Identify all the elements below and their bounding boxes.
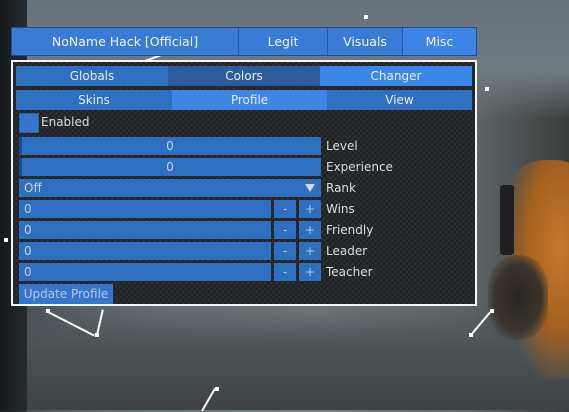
subtab-skins[interactable]: Skins [16,90,172,110]
level-label: Level [326,139,358,153]
wins-value: 0 [24,202,32,216]
wins-input[interactable]: 0 [19,200,271,218]
tab-misc[interactable]: Misc [403,28,476,55]
background-weapon [500,185,514,255]
wins-decrement-button[interactable]: - [274,200,296,218]
teacher-label: Teacher [326,265,373,279]
enabled-label: Enabled [41,115,90,129]
subtab-colors[interactable]: Colors [168,66,320,86]
friendly-label: Friendly [326,223,374,237]
wins-increment-button[interactable]: + [299,200,321,218]
friendly-decrement-button[interactable]: - [274,221,296,239]
menu-title: NoName Hack [Official] [12,28,239,55]
subtab-row-primary: Globals Colors Changer [16,66,472,86]
leader-input[interactable]: 0 [19,242,271,260]
rank-selected-value: Off [24,181,42,195]
esp-skeleton-dot [485,87,489,91]
subtab-globals[interactable]: Globals [16,66,168,86]
teacher-decrement-button[interactable]: - [274,263,296,281]
friendly-input[interactable]: 0 [19,221,271,239]
rank-label: Rank [326,181,356,195]
teacher-value: 0 [24,265,32,279]
subtab-profile[interactable]: Profile [172,90,327,110]
update-profile-button[interactable]: Update Profile [19,284,113,304]
leader-label: Leader [326,244,368,258]
chevron-down-icon [305,184,315,192]
tab-visuals[interactable]: Visuals [328,28,403,55]
friendly-value: 0 [24,223,32,237]
teacher-input[interactable]: 0 [19,263,271,281]
level-slider[interactable]: 0 [19,137,321,155]
friendly-increment-button[interactable]: + [299,221,321,239]
experience-slider-knob[interactable] [19,158,22,176]
rank-dropdown[interactable]: Off [19,179,321,197]
esp-skeleton-dot [4,238,8,242]
leader-decrement-button[interactable]: - [274,242,296,260]
leader-increment-button[interactable]: + [299,242,321,260]
experience-value: 0 [166,160,174,174]
experience-label: Experience [326,160,393,174]
teacher-increment-button[interactable]: + [299,263,321,281]
leader-value: 0 [24,244,32,258]
wins-label: Wins [326,202,355,216]
subtab-row-secondary: Skins Profile View [16,90,472,110]
level-slider-knob[interactable] [19,137,22,155]
changer-panel: Globals Colors Changer Skins Profile Vie… [11,60,477,306]
background-player-arm [488,255,548,340]
main-menu-bar: NoName Hack [Official] Legit Visuals Mis… [11,27,477,56]
enabled-checkbox[interactable] [19,113,39,133]
level-value: 0 [166,139,174,153]
esp-skeleton-dot [364,15,368,19]
subtab-changer[interactable]: Changer [320,66,472,86]
subtab-view[interactable]: View [327,90,472,110]
tab-legit[interactable]: Legit [239,28,328,55]
experience-slider[interactable]: 0 [19,158,321,176]
